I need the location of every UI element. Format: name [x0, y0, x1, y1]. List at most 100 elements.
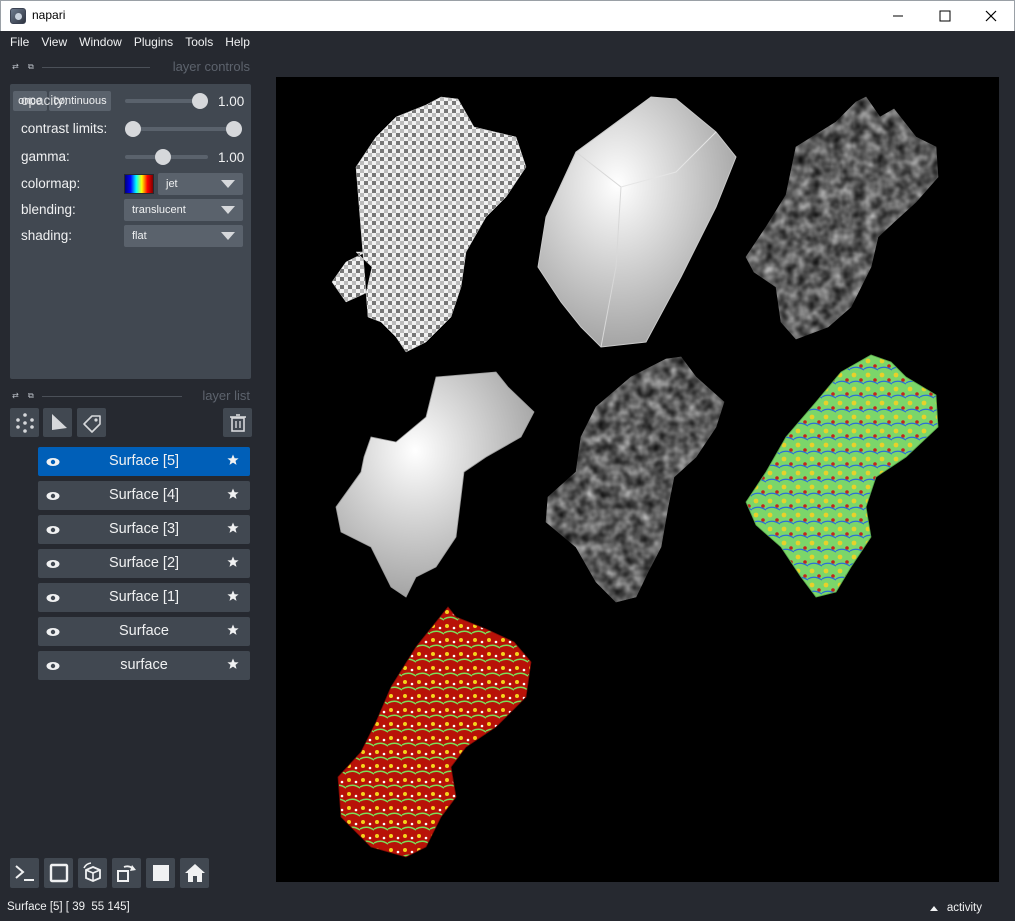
close-icon [985, 10, 997, 22]
layer-row[interactable]: surface [38, 651, 250, 680]
tag-icon [82, 414, 101, 433]
layer-list-header: ⇄ ⧉ layer list [10, 388, 250, 404]
surface-jet-green [745, 354, 939, 598]
square-icon [49, 863, 68, 883]
layer-controls-panel: once continuous opacity: 1.00 contrast l… [10, 84, 251, 379]
menu-plugins[interactable]: Plugins [128, 35, 179, 49]
blending-value: translucent [132, 204, 186, 216]
opacity-label: opacity: [21, 93, 68, 108]
maximize-icon [939, 10, 951, 22]
minimize-icon [893, 15, 903, 17]
eye-icon[interactable] [46, 659, 60, 673]
eye-icon[interactable] [46, 591, 60, 605]
new-labels-layer-button[interactable] [77, 408, 106, 437]
blending-dropdown[interactable]: translucent [124, 199, 243, 221]
layer-row[interactable]: Surface [4] [38, 481, 250, 510]
console-icon [14, 865, 34, 881]
eye-icon[interactable] [46, 489, 60, 503]
home-icon [184, 864, 205, 882]
dock-float-icon[interactable]: ⇄ [12, 391, 19, 400]
gamma-value[interactable]: 1.00 [218, 150, 244, 165]
colormap-value: jet [166, 178, 178, 190]
shading-dropdown[interactable]: flat [124, 225, 243, 247]
menu-view[interactable]: View [35, 35, 73, 49]
layer-row[interactable]: Surface [5] [38, 447, 250, 476]
new-shapes-layer-button[interactable] [43, 408, 72, 437]
layer-name[interactable]: Surface [5] [66, 447, 222, 476]
surface-remeshed [545, 356, 725, 603]
menu-file[interactable]: File [4, 35, 35, 49]
contrast-limits-label: contrast limits: [21, 121, 108, 136]
menu-window[interactable]: Window [73, 35, 128, 49]
transpose-button[interactable] [112, 858, 141, 888]
surface-smooth [745, 96, 939, 340]
eye-icon[interactable] [46, 455, 60, 469]
chevron-up-icon[interactable] [930, 906, 938, 911]
layer-row[interactable]: Surface [1] [38, 583, 250, 612]
ndisplay-button[interactable] [44, 858, 73, 888]
eye-icon[interactable] [46, 625, 60, 639]
grid-icon [152, 865, 169, 881]
opacity-value[interactable]: 1.00 [218, 94, 244, 109]
contrast-limits-slider[interactable] [125, 127, 233, 131]
maximize-button[interactable] [922, 1, 968, 31]
star-icon[interactable] [227, 658, 239, 670]
star-icon[interactable] [227, 624, 239, 636]
chevron-down-icon [221, 232, 235, 240]
layer-name[interactable]: Surface [2] [66, 549, 222, 578]
viewer-canvas[interactable] [276, 77, 999, 882]
menu-bar: File View Window Plugins Tools Help [0, 31, 1015, 53]
dock-float-icon[interactable]: ⇄ [12, 62, 19, 71]
transpose-icon [116, 865, 136, 882]
close-button[interactable] [968, 1, 1014, 31]
layer-row[interactable]: Surface [2] [38, 549, 250, 578]
shading-label: shading: [21, 228, 73, 243]
dock-close-icon[interactable]: ⧉ [28, 62, 34, 72]
title-bar: napari [0, 0, 1015, 31]
layer-row[interactable]: Surface [38, 617, 250, 646]
points-icon [15, 412, 34, 433]
contrast-min-handle[interactable] [125, 121, 141, 137]
eye-icon[interactable] [46, 523, 60, 537]
layer-controls-header: ⇄ ⧉ layer controls [10, 59, 250, 75]
layer-name[interactable]: Surface [1] [66, 583, 222, 612]
dock-close-icon[interactable]: ⧉ [28, 391, 34, 401]
cube-rotate-icon [82, 862, 101, 882]
delete-layer-button[interactable] [223, 408, 252, 437]
gamma-slider-handle[interactable] [155, 149, 171, 165]
menu-help[interactable]: Help [219, 35, 256, 49]
activity-button[interactable]: activity [947, 902, 982, 914]
star-icon[interactable] [227, 522, 239, 534]
opacity-slider-handle[interactable] [192, 93, 208, 109]
layer-name[interactable]: Surface [66, 617, 222, 646]
window-title: napari [32, 8, 66, 22]
surface-convex-hull [537, 96, 737, 348]
new-points-layer-button[interactable] [10, 408, 39, 437]
layer-list-title: layer list [202, 388, 250, 403]
layer-name[interactable]: surface [66, 651, 222, 680]
star-icon[interactable] [227, 488, 239, 500]
colormap-dropdown[interactable]: jet [158, 173, 243, 195]
star-icon[interactable] [227, 590, 239, 602]
eye-icon[interactable] [46, 557, 60, 571]
console-button[interactable] [10, 858, 39, 888]
menu-tools[interactable]: Tools [179, 35, 219, 49]
star-icon[interactable] [227, 556, 239, 568]
grid-view-button[interactable] [146, 858, 175, 888]
shading-value: flat [132, 230, 147, 242]
star-icon[interactable] [227, 454, 239, 466]
colormap-preview [124, 174, 154, 194]
roll-dimensions-button[interactable] [78, 858, 107, 888]
gamma-label: gamma: [21, 149, 70, 164]
layer-name[interactable]: Surface [3] [66, 515, 222, 544]
colormap-label: colormap: [21, 176, 81, 191]
shapes-icon [51, 413, 67, 430]
contrast-max-handle[interactable] [226, 121, 242, 137]
header-divider [42, 67, 150, 68]
layer-name[interactable]: Surface [4] [66, 481, 222, 510]
surface-decimated [335, 371, 535, 598]
surface-render [331, 96, 939, 858]
minimize-button[interactable] [875, 1, 921, 31]
layer-row[interactable]: Surface [3] [38, 515, 250, 544]
reset-view-button[interactable] [180, 858, 209, 888]
